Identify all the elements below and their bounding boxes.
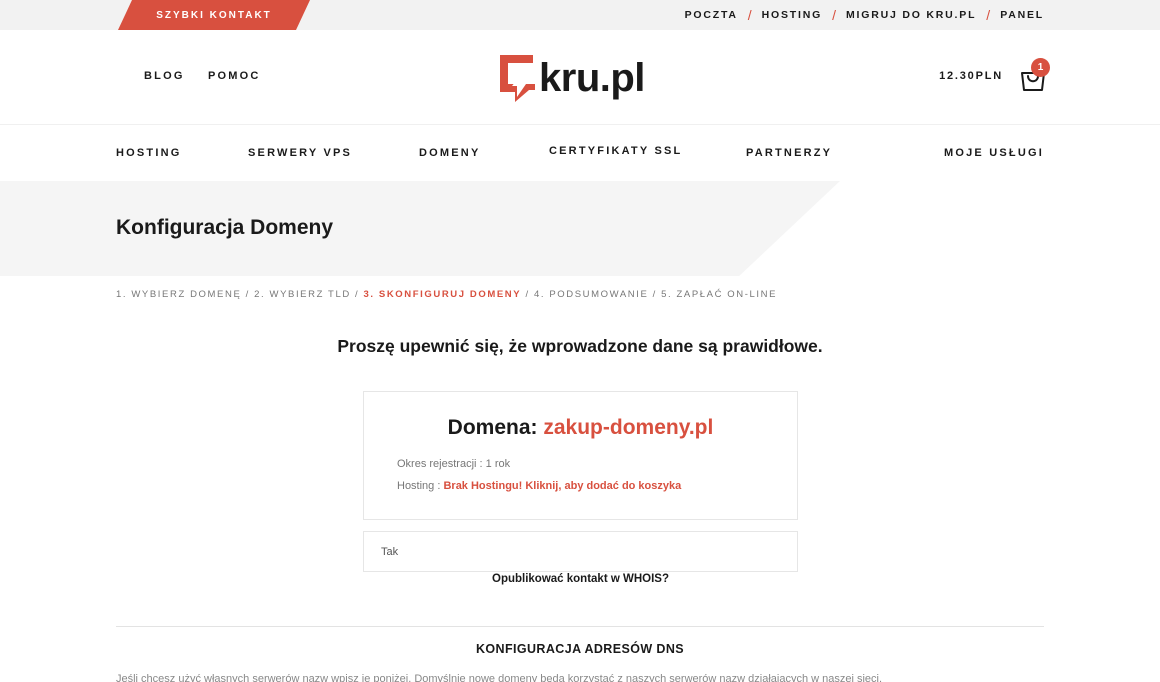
registration-period: Okres rejestracji : 1 rok [397,458,510,470]
nav-item-certyfikaty-ssl[interactable]: CERTYFIKATY SSL [549,145,682,157]
section-divider [116,626,1044,627]
site-header: BLOG POMOC kru.pl 12.30PLN 1 [0,30,1160,125]
page-title: Konfiguracja Domeny [116,216,334,239]
whois-selected-value: Tak [381,545,399,558]
whois-publish-select[interactable]: Tak [363,531,798,572]
breadcrumb-separator: / [245,289,250,300]
domain-name: zakup-domeny.pl [543,416,714,439]
separator: / [986,7,991,23]
dns-section-title: KONFIGURACJA ADRESÓW DNS [476,642,684,656]
dns-description: Jeśli chcesz użyć własnych serwerów nazw… [116,673,883,682]
domain-card: Domena: zakup-domeny.pl Okres rejestracj… [363,391,798,520]
breadcrumb: 1. WYBIERZ DOMENĘ / 2. WYBIERZ TLD / 3. … [116,289,777,300]
breadcrumb-step: 4. PODSUMOWANIE [533,289,649,300]
logo-mark-icon [500,55,535,102]
validation-notice: Proszę upewnić się, że wprowadzone dane … [337,336,823,356]
breadcrumb-step: 1. WYBIERZ DOMENĘ [116,289,242,300]
header-link-blog[interactable]: BLOG [144,70,185,82]
whois-label: Opublikować kontakt w WHOIS? [492,573,669,585]
separator: / [832,7,836,23]
cart-total: 12.30PLN [939,70,1003,82]
top-link-panel[interactable]: PANEL [1000,9,1044,21]
top-link-hosting[interactable]: HOSTING [762,9,822,21]
nav-item-domeny[interactable]: DOMENY [419,147,480,159]
top-link-poczta[interactable]: POCZTA [685,9,738,21]
cart-count-badge: 1 [1031,58,1050,77]
top-bar: SZYBKI KONTAKT POCZTA / HOSTING / MIGRUJ… [0,0,1160,30]
nav-item-hosting[interactable]: HOSTING [116,147,182,159]
breadcrumb-separator: / [652,289,657,300]
hosting-label: Hosting : [397,480,444,492]
breadcrumb-step: 5. ZAPŁAĆ ON-LINE [661,289,778,300]
nav-item-serwery-vps[interactable]: SERWERY VPS [248,147,352,159]
separator: / [747,7,752,23]
add-hosting-link[interactable]: Brak Hostingu! Kliknij, aby dodać do kos… [443,480,681,492]
breadcrumb-step-active: 3. SKONFIGURUJ DOMENY [363,289,522,300]
period-value: 1 rok [485,458,511,470]
breadcrumb-separator: / [355,289,360,300]
nav-item-moje-uslugi[interactable]: MOJE USŁUGI [944,147,1044,159]
domain-heading: Domena: zakup-domeny.pl [364,416,797,440]
logo-text: kru.pl [539,56,645,100]
quick-contact-button[interactable]: SZYBKI KONTAKT [118,0,310,30]
header-link-pomoc[interactable]: POMOC [208,70,261,82]
top-link-migruj[interactable]: MIGRUJ DO KRU.PL [846,9,976,21]
hosting-row: Hosting : Brak Hostingu! Kliknij, aby do… [397,480,681,492]
nav-item-partnerzy[interactable]: PARTNERZY [746,147,832,159]
breadcrumb-separator: / [525,289,530,300]
top-links: POCZTA / HOSTING / MIGRUJ DO KRU.PL / PA… [685,0,1044,30]
main-nav: HOSTING SERWERY VPS DOMENY CERTYFIKATY S… [0,125,1160,181]
period-label: Okres rejestracji : [397,458,486,470]
domain-label: Domena: [447,416,544,439]
site-logo[interactable]: kru.pl [497,48,667,112]
breadcrumb-step: 2. WYBIERZ TLD [254,289,351,300]
